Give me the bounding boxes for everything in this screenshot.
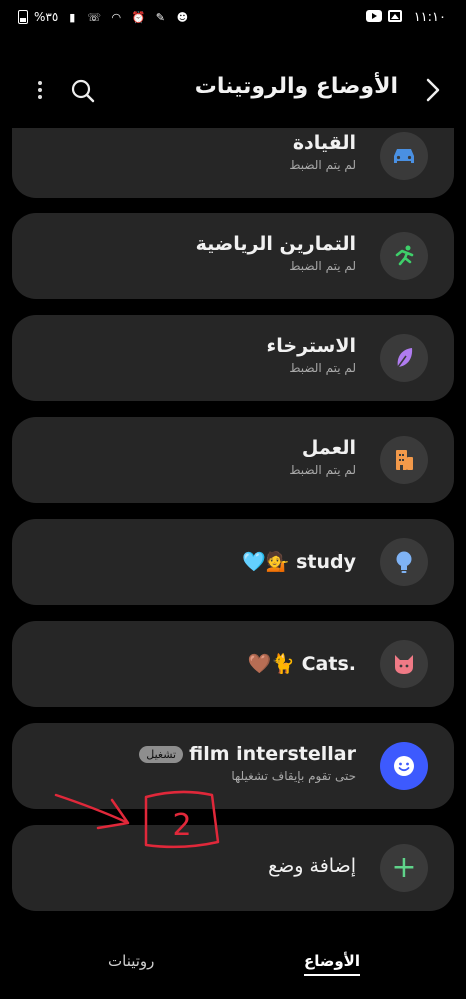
add-mode-text: إضافة وضع [268, 855, 356, 877]
active-badge: تشغيل [139, 746, 184, 763]
mode-text: الاسترخاء لم يتم الضبط [267, 335, 356, 375]
mode-icon-circle [380, 232, 428, 280]
mode-subtitle: لم يتم الضبط [289, 463, 356, 477]
mode-text: القيادة لم يتم الضبط [289, 132, 356, 172]
bottom-tab-bar: الأوضاع روتينات [0, 950, 466, 990]
mode-subtitle: لم يتم الضبط [289, 361, 356, 375]
mode-text: العمل لم يتم الضبط [289, 437, 356, 477]
mode-title: study 💁🩵 [242, 551, 356, 573]
mode-title: التمارين الرياضية [195, 233, 356, 255]
tab-routines[interactable]: روتينات [108, 952, 154, 970]
building-icon [396, 450, 413, 470]
mode-title-text: film interstellar [189, 743, 356, 765]
youtube-icon [366, 10, 382, 22]
mode-title: .Cats 🐈🤎 [247, 653, 356, 675]
signal-icon: ▮ [69, 10, 76, 24]
app-header: الأوضاع والروتينات [0, 60, 466, 120]
car-icon [394, 149, 414, 163]
status-right-icons [366, 10, 402, 22]
mode-text: study 💁🩵 [242, 550, 356, 573]
mode-card-work[interactable]: العمل لم يتم الضبط [12, 417, 454, 503]
mode-card-cats[interactable]: .Cats 🐈🤎 [12, 621, 454, 707]
mode-card-study[interactable]: study 💁🩵 [12, 519, 454, 605]
mode-icon-circle [380, 334, 428, 382]
plus-icon: + [391, 850, 417, 885]
more-options-button[interactable] [30, 78, 50, 104]
status-left: %٣٥ ▮ ☏ ◠ ⏰ ✎ ☻ [18, 10, 190, 24]
mode-card-relax[interactable]: الاسترخاء لم يتم الضبط [12, 315, 454, 401]
mode-icon-circle [380, 742, 428, 790]
mode-icon-circle [380, 538, 428, 586]
mode-subtitle: لم يتم الضبط [289, 259, 356, 273]
search-button[interactable] [70, 78, 96, 104]
mode-card-exercise[interactable]: التمارين الرياضية لم يتم الضبط [12, 213, 454, 299]
status-time: ١١:١٠ [413, 10, 446, 25]
mode-title: العمل [301, 437, 356, 459]
emoji-icon: ☻ [176, 10, 189, 24]
mode-text: .Cats 🐈🤎 [248, 652, 356, 675]
mode-subtitle: حتى تقوم بإيقاف تشغيلها [231, 769, 356, 783]
mode-card-driving[interactable]: القيادة لم يتم الضبط [12, 128, 454, 198]
mode-text: التمارين الرياضية لم يتم الضبط [196, 233, 356, 273]
gallery-icon [388, 10, 402, 22]
running-icon [395, 245, 414, 266]
mode-text: film interstellar تشغيل حتى تقوم بإيقاف ت… [139, 743, 356, 783]
wifi-calling-icon: ☏ [87, 10, 102, 24]
battery-percent: %٣٥ [34, 10, 59, 24]
mode-subtitle: لم يتم الضبط [289, 158, 356, 172]
mode-icon-circle [380, 436, 428, 484]
tab-modes[interactable]: الأوضاع [303, 952, 361, 976]
wifi-icon: ◠ [111, 10, 122, 24]
mode-title: film interstellar تشغيل [139, 743, 356, 765]
add-mode-card[interactable]: + إضافة وضع [12, 825, 454, 911]
chevron-right-icon [426, 78, 440, 102]
mode-icon-circle [380, 640, 428, 688]
leaf-icon [397, 348, 413, 368]
mode-card-film-interstellar[interactable]: film interstellar تشغيل حتى تقوم بإيقاف ت… [12, 723, 454, 809]
cat-icon [395, 655, 413, 674]
more-vertical-icon [30, 81, 50, 99]
search-icon [71, 79, 95, 103]
back-button[interactable] [420, 76, 444, 104]
mode-title: القيادة [292, 132, 356, 154]
add-mode-label: إضافة وضع [268, 855, 356, 877]
status-bar: %٣٥ ▮ ☏ ◠ ⏰ ✎ ☻ ١١:١٠ [0, 0, 466, 40]
add-icon-circle: + [380, 844, 428, 892]
alarm-icon: ⏰ [131, 10, 146, 24]
pen-icon: ✎ [155, 10, 165, 24]
page-title: الأوضاع والروتينات [194, 74, 398, 99]
smile-icon [394, 756, 414, 776]
mode-title: الاسترخاء [266, 335, 356, 357]
mode-icon-circle [380, 132, 428, 180]
battery-icon [18, 10, 28, 24]
lightbulb-icon [396, 551, 412, 573]
